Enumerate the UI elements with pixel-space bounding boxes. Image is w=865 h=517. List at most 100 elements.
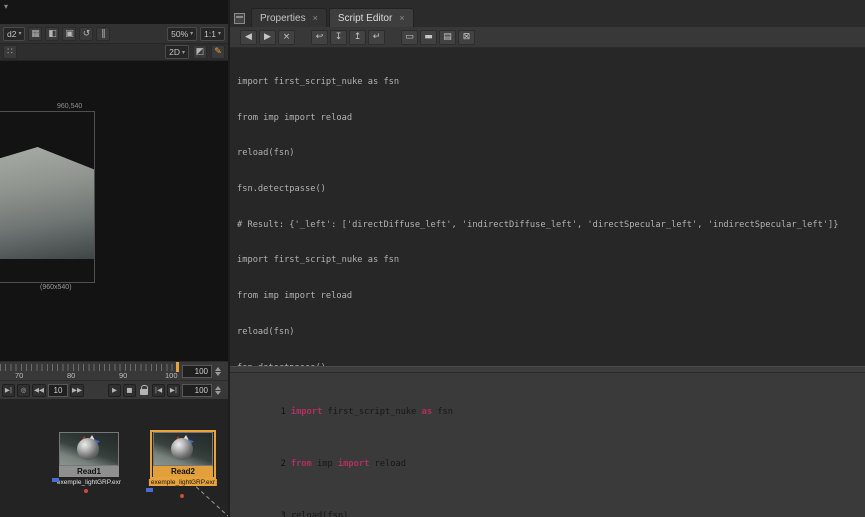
stop-button[interactable]: ■ [123,383,136,397]
blue-indicator [146,488,153,492]
goto-end-button[interactable]: ▶| [167,383,180,397]
red-indicator [84,489,88,493]
ruler-label: 100 [165,371,178,380]
show-input-only-button[interactable]: ▭ [401,29,418,45]
previous-script-button[interactable]: ◀ [240,29,257,45]
code-line: 1 import first_script_nuke as fsn [234,397,865,428]
node-thumbnail [59,432,119,466]
node-read2[interactable]: Read2 exemple_lightGRP.exr [146,430,218,498]
line-number: 2 [280,459,286,470]
code-line: 3 reload(fsn) [234,501,865,517]
node-file-caption: exemple_lightGRP.exr [56,479,122,486]
view-mode-label: 2D [169,47,180,57]
tab-script-editor[interactable]: Script Editor × [328,8,414,27]
chevron-down-icon[interactable]: ▾ [4,2,8,11]
spin-down-icon[interactable] [215,372,221,376]
range-end-field-2[interactable]: 100 [182,384,212,397]
format-resolution-label: 960,540 [57,103,83,110]
format-size-label: (960x540) [40,284,72,291]
refresh-icon[interactable]: ↺ [79,26,94,41]
close-icon[interactable]: × [399,13,404,23]
output-line: # Result: {'_left': ['directDiffuse_left… [237,219,839,230]
source-script-button[interactable]: ↩ [311,29,328,45]
run-script-button[interactable]: ↵ [368,29,385,45]
ruler-ticks [0,364,182,371]
timeline-ruler[interactable]: 70 80 90 100 100 [0,361,228,380]
code-keyword: from [290,459,312,470]
tab-bar: Properties × Script Editor × [230,0,865,27]
proxy-dropdown[interactable]: 1:1 ▾ [200,26,225,41]
playhead[interactable] [176,362,179,372]
script-output-pane[interactable]: import first_script_nuke as fsn from imp… [230,48,865,366]
line-number: 1 [280,407,286,418]
step-forward-button[interactable]: ▶▶ [70,383,84,397]
script-input-pane[interactable]: 1 import first_script_nuke as fsn 2 from i… [230,373,865,517]
viewer-layer-dropdown[interactable]: d2 ▾ [3,26,26,41]
code-text: first_script_nuke [322,407,422,418]
code-keyword: import [337,459,370,470]
sample-swatch-icon[interactable]: ◩ [193,45,207,59]
play-button[interactable]: ▶ [108,383,121,397]
code-text: fsn [432,407,454,418]
code-keyword: import [290,407,323,418]
show-both-button[interactable]: ▤ [439,29,456,45]
spin-up-icon[interactable] [215,367,221,371]
output-line: fsn.detectpasse() [237,183,326,194]
pause-icon[interactable]: ‖ [96,26,111,41]
ruler-label: 90 [119,371,128,380]
chevron-down-icon: ▾ [217,30,221,37]
sphere-render [171,438,193,460]
range-spinner-2[interactable] [214,384,222,397]
close-icon[interactable]: × [313,13,318,23]
code-line: 2 from imp import reload [234,449,865,480]
step-back-button[interactable]: ◀◀ [32,383,46,397]
lock-icon[interactable] [140,384,148,395]
save-script-button[interactable]: ↥ [349,29,366,45]
frame-increment-field[interactable]: 10 [48,383,68,397]
tab-properties[interactable]: Properties × [251,8,327,27]
viewer-corner-strip: ▾ [0,0,228,24]
code-text: reload(fsn) [290,511,349,517]
node-read1[interactable]: Read1 exemple_lightGRP.exr [52,432,121,493]
output-line: import first_script_nuke as fsn [237,76,400,87]
spin-down-icon[interactable] [215,391,221,395]
output-line: from imp import reload [237,112,353,123]
next-script-button[interactable]: ▶ [259,29,276,45]
node-thumbnail [153,432,213,466]
output-line: import first_script_nuke as fsn [237,255,400,266]
wipe-icon[interactable]: ▦ [28,26,43,41]
chevron-down-icon: ▾ [18,30,22,37]
spin-up-icon[interactable] [215,386,221,390]
rendered-image [0,147,94,259]
show-output-only-button[interactable]: ▬ [420,29,437,45]
tab-label: Script Editor [337,12,393,24]
view-mode-dropdown[interactable]: 2D ▾ [165,45,189,59]
output-line: from imp import reload [237,291,353,302]
range-end-field[interactable]: 100 [182,365,212,378]
pane-splitter[interactable] [230,366,865,373]
clear-history-button[interactable]: × [278,29,295,45]
blue-indicator [52,478,59,482]
red-indicator [180,494,184,498]
node-graph[interactable]: Read1 exemple_lightGRP.exr Read2 exemple… [0,399,228,517]
play-range-button[interactable]: ▶| [2,383,15,397]
checker-icon[interactable]: ◧ [45,26,60,41]
pane-menu-icon[interactable] [234,13,245,24]
viewer-canvas[interactable]: 960,540 (960x540) [0,61,228,361]
code-text: imp [311,459,338,470]
range-spinner[interactable] [214,365,222,378]
line-number: 3 [280,511,286,517]
ruler-label: 70 [15,371,24,380]
pixel-grid-icon[interactable]: ∷ [3,45,17,59]
ruler-label: 80 [67,371,76,380]
annotate-pencil-icon[interactable]: ✎ [211,45,225,59]
roi-icon[interactable]: ▣ [62,26,77,41]
goto-start-button[interactable]: |◀ [152,383,165,397]
load-script-button[interactable]: ↧ [330,29,347,45]
zoom-dropdown[interactable]: 50% ▾ [167,26,198,41]
viewer-panel: ▾ d2 ▾ ▦ ◧ ▣ ↺ ‖ 50% ▾ 1:1 ▾ ∷ 2D ▾ ◩ ✎ … [0,0,230,517]
clear-output-button[interactable]: ⊠ [458,29,475,45]
tab-label: Properties [260,12,306,24]
node-name-label: Read1 [59,466,119,477]
loop-mode-button[interactable]: ◎ [17,383,30,397]
